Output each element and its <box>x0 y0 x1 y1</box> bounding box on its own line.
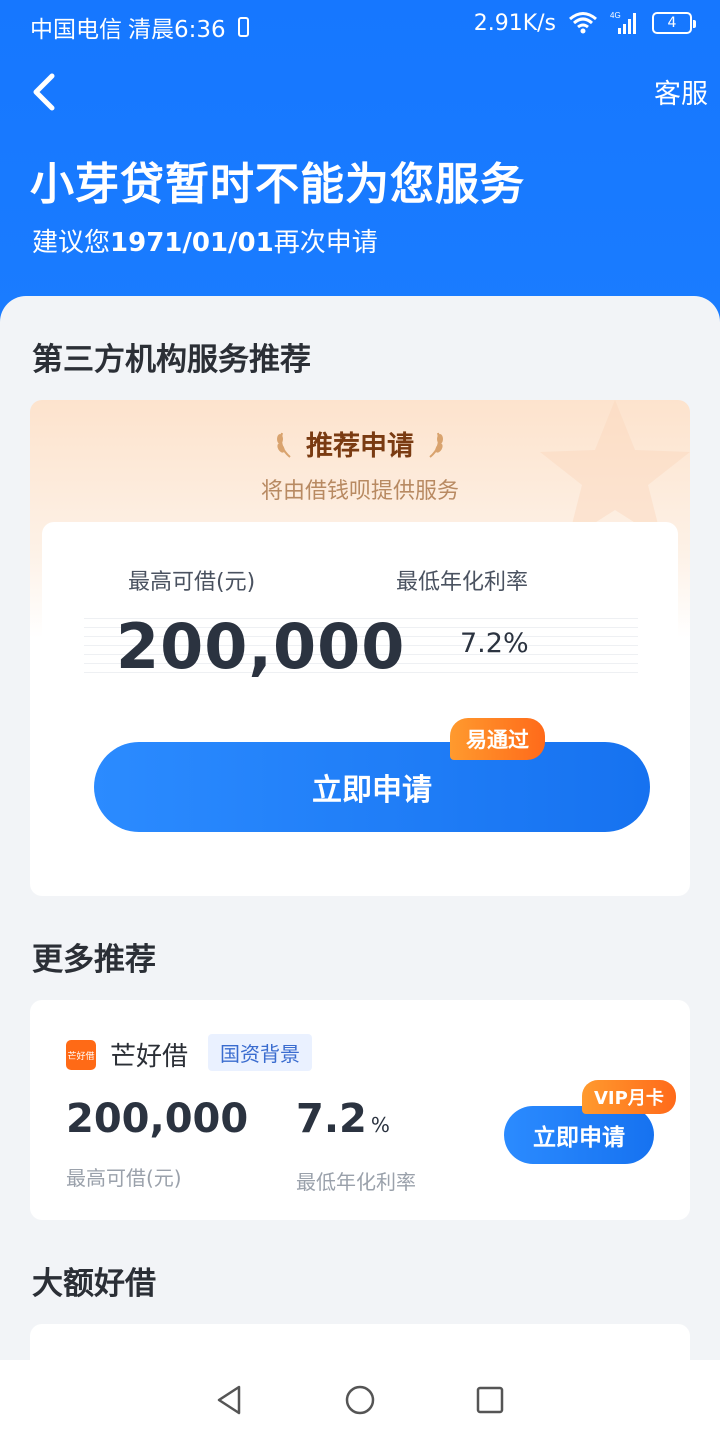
apply-now-button[interactable]: 立即申请 <box>94 742 650 832</box>
back-button[interactable] <box>22 64 66 120</box>
easy-pass-badge: 易通过 <box>450 718 545 760</box>
product-rate-unit: % <box>370 1113 390 1137</box>
subtitle-suffix: 再次申请 <box>273 228 378 258</box>
recommend-section-title: 第三方机构服务推荐 <box>32 342 311 378</box>
net-speed: 2.91K/s <box>473 10 556 36</box>
recommend-card: 推荐申请 将由借钱呗提供服务 最高可借(元) 最低年化利率 200,000 7.… <box>30 400 690 896</box>
laurel-right-icon <box>429 432 443 458</box>
status-time: 清晨6:36 <box>128 17 226 43</box>
nav-back-triangle-icon[interactable] <box>213 1383 247 1417</box>
product-rate-label: 最低年化利率 <box>296 1170 416 1194</box>
content-sheet: 第三方机构服务推荐 推荐申请 将由借钱呗提供服务 最高可借(元) 最低年化利率 … <box>0 296 720 1384</box>
subtitle-prefix: 建议您 <box>32 228 111 258</box>
product-tag: 国资背景 <box>208 1034 312 1071</box>
min-rate-label: 最低年化利率 <box>396 570 529 595</box>
product-rate-number: 7.2 <box>296 1096 367 1142</box>
recommend-card-title-text: 推荐申请 <box>306 431 414 462</box>
recommend-card-subtitle: 将由借钱呗提供服务 <box>260 479 459 504</box>
status-bar: 中国电信 清晨6:36 2.91K/s 4G 4 <box>0 0 720 50</box>
nav-recents-square-icon[interactable] <box>473 1383 507 1417</box>
product-amount-value: 200,000 <box>66 1096 249 1142</box>
max-amount-value: 200,000 <box>116 610 406 683</box>
reapply-date: 1971/01/01 <box>110 228 274 258</box>
more-section-title: 更多推荐 <box>32 942 156 978</box>
max-amount-label: 最高可借(元) <box>128 570 256 595</box>
customer-service-button[interactable]: 客服 <box>654 72 708 111</box>
min-rate-value: 7.2% <box>460 628 529 659</box>
system-nav-bar <box>0 1360 720 1440</box>
header-banner: 中国电信 清晨6:36 2.91K/s 4G 4 客服 小芽贷暂时不能为您服务 … <box>0 0 720 330</box>
page-subtitle: 建议您1971/01/01再次申请 <box>32 222 378 259</box>
signal-icon: 4G <box>610 11 636 34</box>
page-title: 小芽贷暂时不能为您服务 <box>30 159 525 210</box>
product-logo-text: 芒好借 <box>67 1051 95 1062</box>
vip-card-badge: VIP月卡 <box>582 1080 676 1114</box>
product-apply-button[interactable]: 立即申请 <box>504 1106 654 1164</box>
recommend-card-body: 最高可借(元) 最低年化利率 200,000 7.2% 立即申请 易通过 <box>42 522 678 896</box>
battery-level: 4 <box>667 15 677 31</box>
phone-icon <box>237 17 249 37</box>
battery-icon: 4 <box>652 12 696 34</box>
big-loan-section-title: 大额好借 <box>32 1266 156 1302</box>
network-type: 4G <box>610 11 621 20</box>
nav-home-circle-icon[interactable] <box>343 1383 377 1417</box>
laurel-left-icon <box>277 432 291 458</box>
carrier-label: 中国电信 <box>30 17 122 43</box>
wifi-icon <box>569 12 597 34</box>
product-logo-icon: 芒好借 <box>66 1040 96 1070</box>
product-rate-value: 7.2% <box>296 1096 390 1142</box>
product-amount-label: 最高可借(元) <box>66 1166 182 1190</box>
recommend-card-title: 推荐申请 <box>274 424 446 463</box>
product-card[interactable]: 芒好借 芒好借 国资背景 200,000 最高可借(元) 7.2% 最低年化利率… <box>30 1000 690 1220</box>
product-name: 芒好借 <box>110 1042 189 1072</box>
